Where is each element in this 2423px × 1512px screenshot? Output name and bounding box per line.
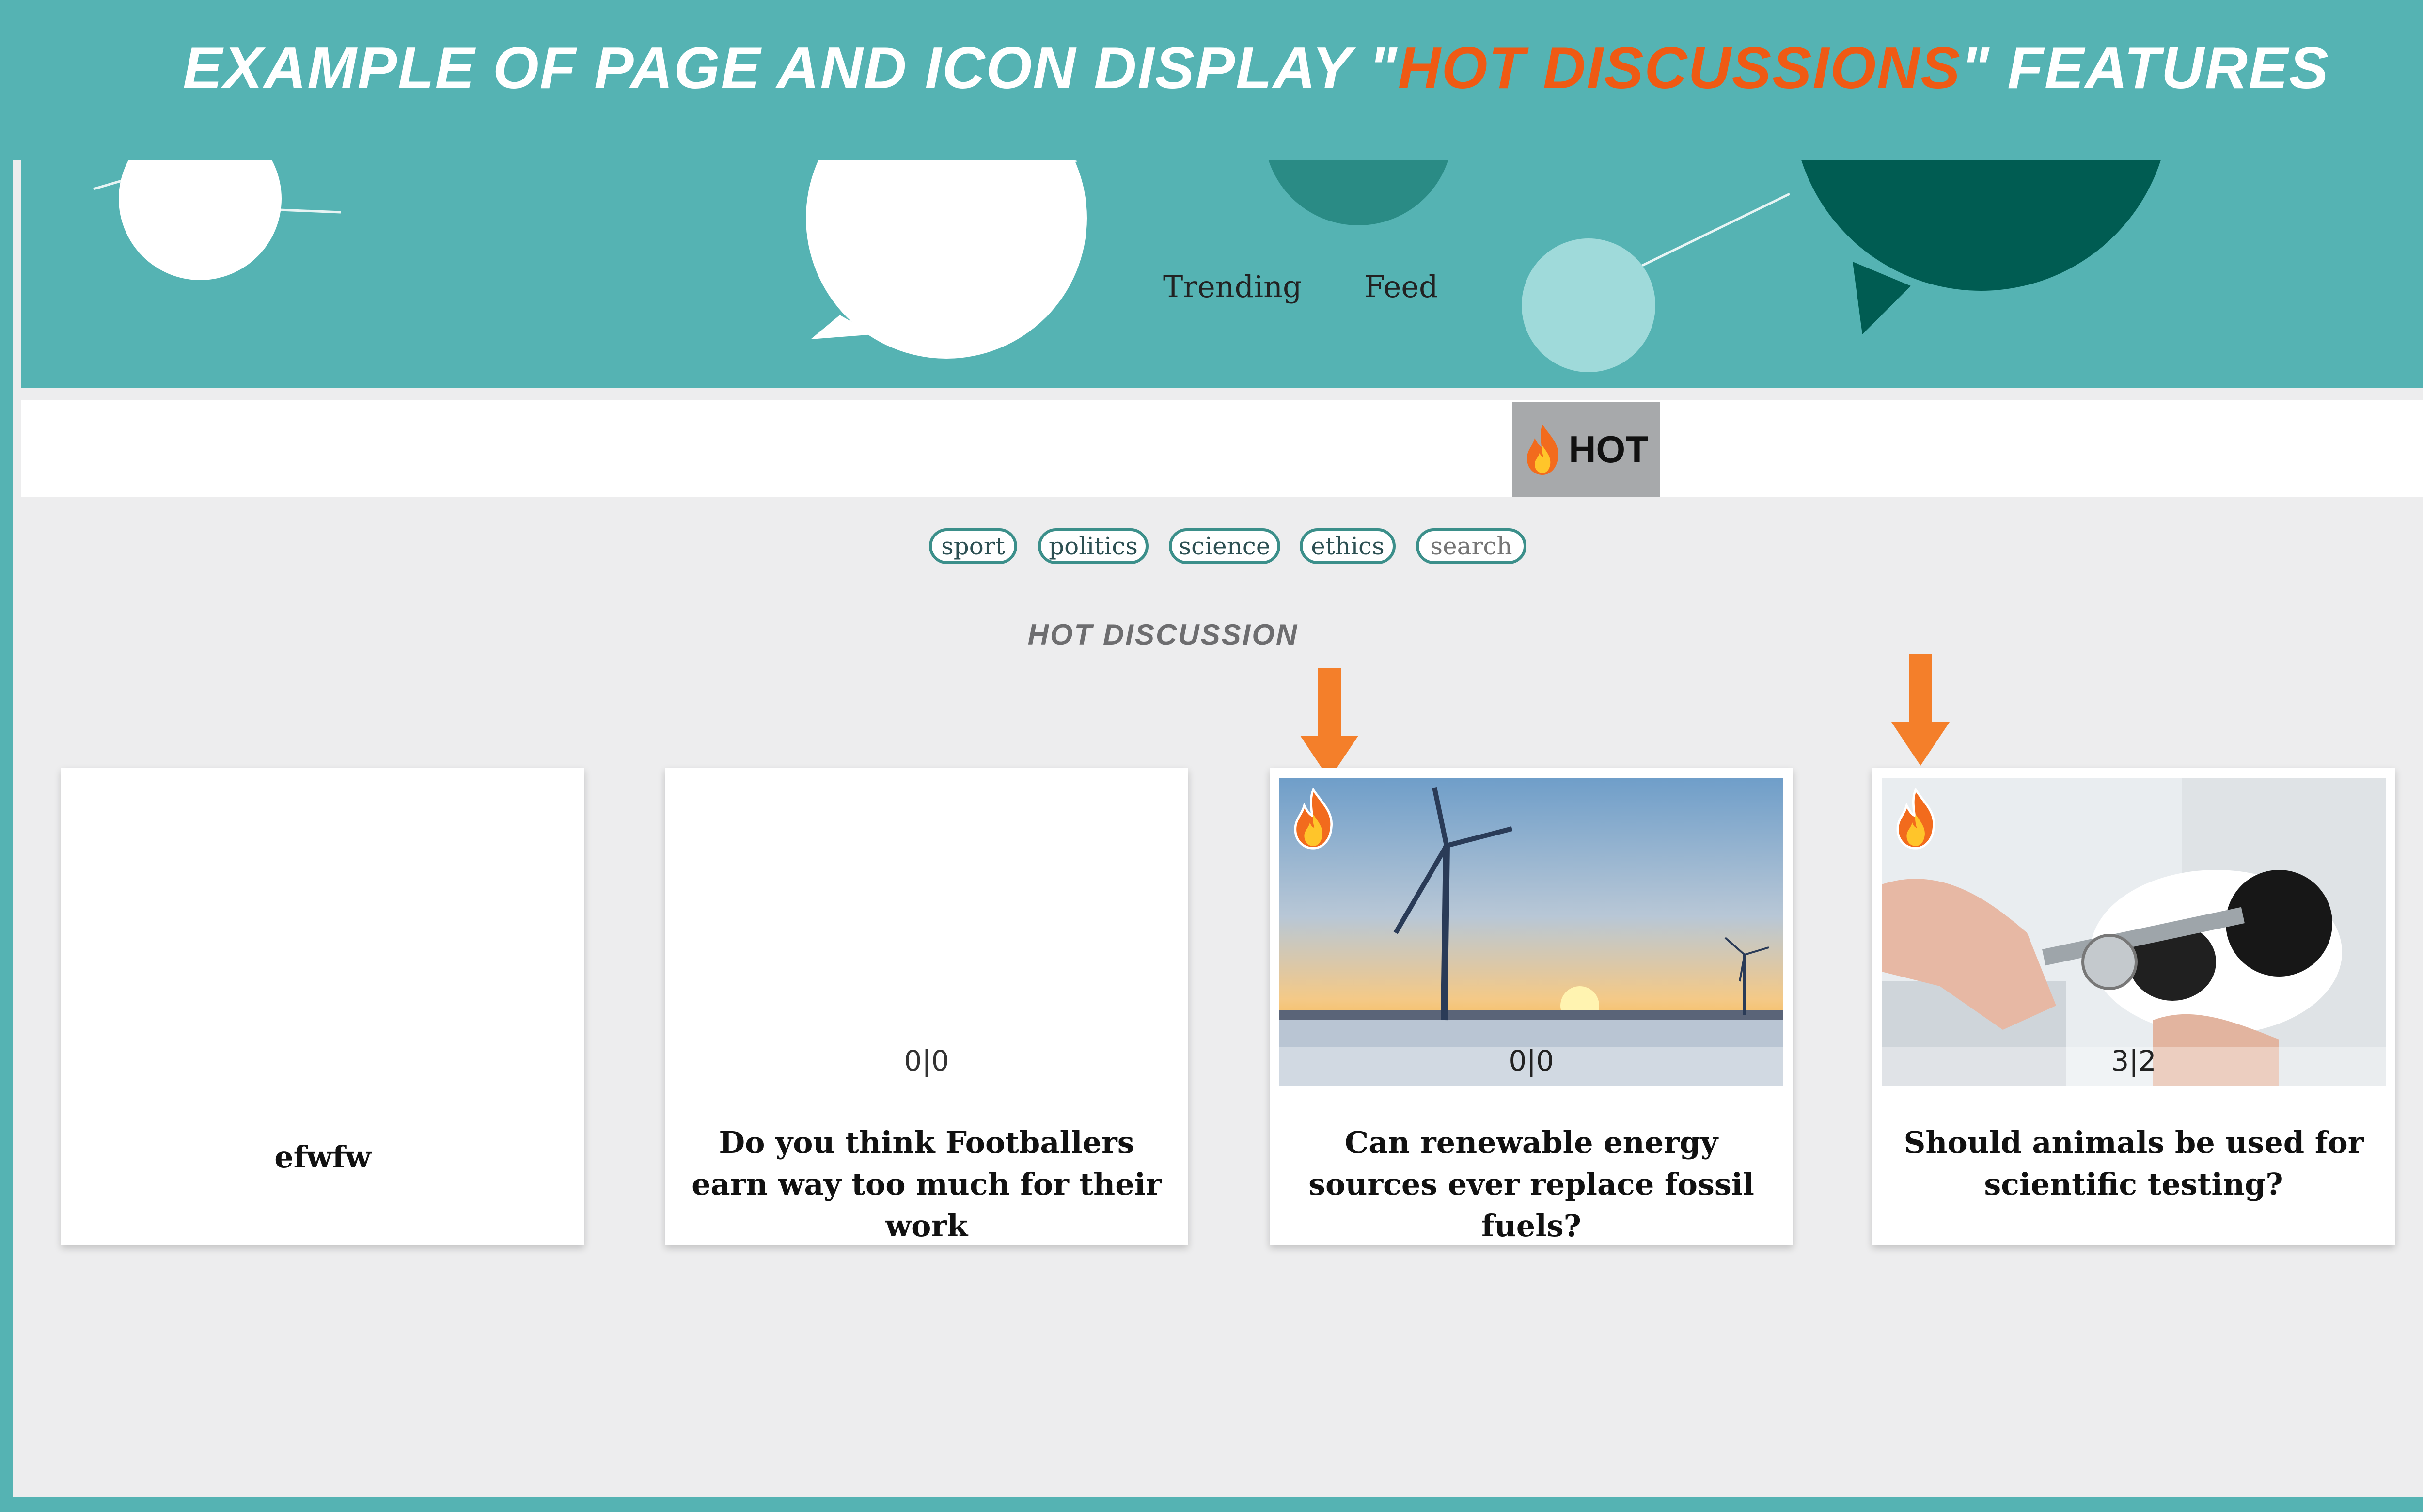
card-title: efwfw <box>274 1139 371 1175</box>
nav-item-hot[interactable]: HOT <box>1512 402 1660 497</box>
discussion-card[interactable]: efwfw <box>61 768 584 1245</box>
tag-sport[interactable]: sport <box>929 528 1017 564</box>
flame-icon <box>1896 788 1935 850</box>
flame-icon <box>1294 788 1333 850</box>
search-input[interactable] <box>1416 528 1526 564</box>
vote-count: 3|2 <box>2111 1044 2156 1077</box>
discussion-card[interactable]: 0|0 Can renewable energy sources ever re… <box>1270 768 1793 1245</box>
card-title: Do you think Footballers earn way too mu… <box>692 1125 1162 1244</box>
tag-ethics[interactable]: ethics <box>1300 528 1396 564</box>
nav-item-trending[interactable]: Trending <box>1163 269 1302 304</box>
flame-icon <box>1527 424 1558 475</box>
title-highlight: HOT DISCUSSIONS <box>1398 35 1961 101</box>
discussion-card[interactable]: 3|2 Should animals be used for scientifi… <box>1872 768 2395 1245</box>
frame-bottom-bar <box>0 1497 2423 1512</box>
discussion-card[interactable]: 0|0 Do you think Footballers earn way to… <box>665 768 1188 1245</box>
section-label-hot-discussion: HOT DISCUSSION <box>1027 618 1299 651</box>
vote-count: 0|0 <box>1509 1044 1554 1077</box>
page-title: EXAMPLE OF PAGE AND ICON DISPLAY "HOT DI… <box>183 35 2329 101</box>
wind-turbine-sunset-image <box>1279 778 1783 1086</box>
tag-science[interactable]: science <box>1169 528 1280 564</box>
nav-hot-label: HOT <box>1569 428 1649 471</box>
card-title: Can renewable energy sources ever replac… <box>1308 1125 1754 1244</box>
guinea-pig-lab-image <box>1882 778 2386 1086</box>
arrow-down-icon <box>1891 654 1950 766</box>
tag-politics[interactable]: politics <box>1038 528 1149 564</box>
card-title: Should animals be used for scientific te… <box>1904 1125 2364 1202</box>
vote-count: 0|0 <box>904 1044 949 1077</box>
nav-item-feed[interactable]: Feed <box>1364 269 1438 304</box>
nav-bar <box>21 400 2423 497</box>
arrow-down-icon <box>1300 668 1358 779</box>
